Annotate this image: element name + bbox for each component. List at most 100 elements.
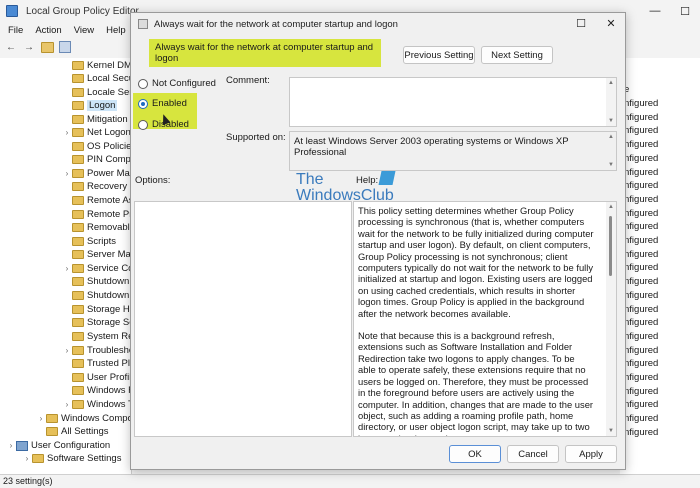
folder-icon <box>72 88 84 97</box>
tree-item[interactable]: Server Manage <box>62 248 131 261</box>
folder-icon <box>72 318 84 327</box>
next-setting-button[interactable]: Next Setting <box>481 46 553 64</box>
tree-item[interactable]: Windows File P <box>62 384 131 397</box>
radio-button[interactable] <box>138 119 148 130</box>
supported-scrollbar[interactable]: ▲ ▼ <box>606 132 616 170</box>
console-tree[interactable]: Kernel DMA Pr Local Security Locale Servic… <box>0 58 132 474</box>
tree-item[interactable]: Kernel DMA Pr <box>62 59 131 72</box>
up-folder-icon[interactable] <box>40 40 54 54</box>
folder-icon <box>72 210 84 219</box>
tree-item[interactable]: Shutdown Opt <box>62 289 131 302</box>
tree-item[interactable]: Mitigation Opt <box>62 113 131 126</box>
radio-button-selected[interactable] <box>138 98 148 109</box>
setting-state-cell: nfigured <box>624 207 659 219</box>
folder-icon <box>72 332 84 341</box>
tree-item[interactable]: › Software Settings <box>22 452 122 465</box>
tree-item[interactable]: All Settings <box>36 425 109 438</box>
chevron-right-icon[interactable]: › <box>6 441 16 450</box>
chevron-right-icon[interactable]: › <box>62 264 72 273</box>
apply-button[interactable]: Apply <box>565 445 617 463</box>
folder-icon <box>72 61 84 70</box>
tree-item-label: Net Logon <box>87 127 131 138</box>
folder-icon <box>72 101 84 110</box>
tree-item[interactable]: User Profiles <box>62 371 131 384</box>
tree-item[interactable]: Recovery <box>62 180 127 193</box>
folder-icon <box>72 74 84 83</box>
tree-item[interactable]: › Service Contro <box>62 262 131 275</box>
radio-enabled[interactable]: Enabled <box>138 98 187 109</box>
tree-item[interactable]: OS Policies <box>62 140 132 153</box>
chevron-right-icon[interactable]: › <box>22 454 32 463</box>
close-icon[interactable]: ✕ <box>601 15 621 33</box>
tree-item[interactable]: PIN Complexit <box>62 153 131 166</box>
chevron-right-icon[interactable]: › <box>62 400 72 409</box>
menu-help[interactable]: Help <box>106 25 126 36</box>
back-arrow-icon[interactable]: ← <box>4 40 18 54</box>
setting-state-cell: nfigured <box>624 221 659 233</box>
comment-scrollbar[interactable]: ▲ ▼ <box>606 78 616 126</box>
setting-state-cell: nfigured <box>624 276 659 288</box>
folder-icon <box>72 237 84 246</box>
menu-view[interactable]: View <box>74 25 94 36</box>
chevron-right-icon[interactable]: › <box>62 169 72 178</box>
tree-item[interactable]: › Power Manage <box>62 167 131 180</box>
previous-setting-button[interactable]: Previous Setting <box>403 46 475 64</box>
tree-item-label: User Profiles <box>87 372 131 383</box>
folder-icon <box>72 182 84 191</box>
tree-item[interactable]: Remote Proced <box>62 208 131 221</box>
maximize-icon[interactable]: ☐ <box>670 5 700 18</box>
main-window-title: Local Group Policy Editor <box>26 5 139 17</box>
setting-state-cell: nfigured <box>624 426 659 438</box>
chevron-right-icon[interactable]: › <box>62 128 72 137</box>
main-window-controls: — ☐ <box>640 0 700 22</box>
show-hide-tree-icon[interactable] <box>58 40 72 54</box>
help-text: This policy setting determines whether G… <box>358 205 594 436</box>
menu-action[interactable]: Action <box>35 25 61 36</box>
setting-state-cell: nfigured <box>624 125 659 137</box>
tree-item[interactable]: › Windows Time <box>62 398 131 411</box>
dialog-window-controls: ☐ ✕ <box>571 15 621 33</box>
chevron-right-icon[interactable]: › <box>36 414 46 423</box>
radio-not-configured[interactable]: Not Configured <box>138 78 216 89</box>
help-panel[interactable]: This policy setting determines whether G… <box>353 201 617 437</box>
setting-name-label: Always wait for the network at computer … <box>149 39 381 67</box>
policy-setting-dialog: Always wait for the network at computer … <box>130 12 626 470</box>
cancel-button[interactable]: Cancel <box>507 445 559 463</box>
tree-item-label: Storage Sense <box>87 317 131 328</box>
tree-item[interactable]: Shutdown <box>62 275 129 288</box>
folder-icon <box>72 400 84 409</box>
radio-disabled-label: Disabled <box>152 119 189 130</box>
tree-item[interactable]: Scripts <box>62 235 116 248</box>
tree-item[interactable]: › User Configuration <box>6 439 111 452</box>
tree-item[interactable]: Storage Sense <box>62 316 131 329</box>
tree-item[interactable]: Logon <box>62 99 118 112</box>
user-config-icon <box>16 440 28 451</box>
tree-item[interactable]: Remote Assista <box>62 194 131 207</box>
setting-state-cell: nfigured <box>624 303 659 315</box>
radio-button[interactable] <box>138 78 148 89</box>
menu-file[interactable]: File <box>8 25 23 36</box>
comment-textbox[interactable]: ▲ ▼ <box>289 77 617 127</box>
minimize-icon[interactable]: — <box>640 5 670 17</box>
forward-arrow-icon[interactable]: → <box>22 40 36 54</box>
maximize-icon[interactable]: ☐ <box>571 15 591 33</box>
tree-item[interactable]: › Net Logon <box>62 126 131 139</box>
tree-item[interactable]: Storage Health <box>62 303 131 316</box>
folder-icon <box>72 305 84 314</box>
chevron-right-icon[interactable]: › <box>62 346 72 355</box>
tree-item-label: OS Policies <box>87 141 132 152</box>
tree-item[interactable]: › Windows Compor <box>36 412 131 425</box>
tree-item[interactable]: Local Security <box>62 72 131 85</box>
tree-item[interactable]: System Restore <box>62 330 131 343</box>
tree-item[interactable]: Removable Sto <box>62 221 132 234</box>
ok-button[interactable]: OK <box>449 445 501 463</box>
tree-item[interactable]: Trusted Platfor <box>62 357 131 370</box>
policy-icon <box>138 19 148 29</box>
tree-item-label: Removable Sto <box>87 222 132 233</box>
tree-item[interactable]: › Troubleshootin <box>62 344 131 357</box>
tree-item[interactable]: Locale Services <box>62 86 131 99</box>
tree-item-label: Windows Time <box>87 399 131 410</box>
setting-state-cell: nfigured <box>624 98 659 109</box>
tree-item-label: Shutdown Opt <box>87 290 131 301</box>
help-scrollbar[interactable]: ▲ ▼ <box>606 202 616 436</box>
